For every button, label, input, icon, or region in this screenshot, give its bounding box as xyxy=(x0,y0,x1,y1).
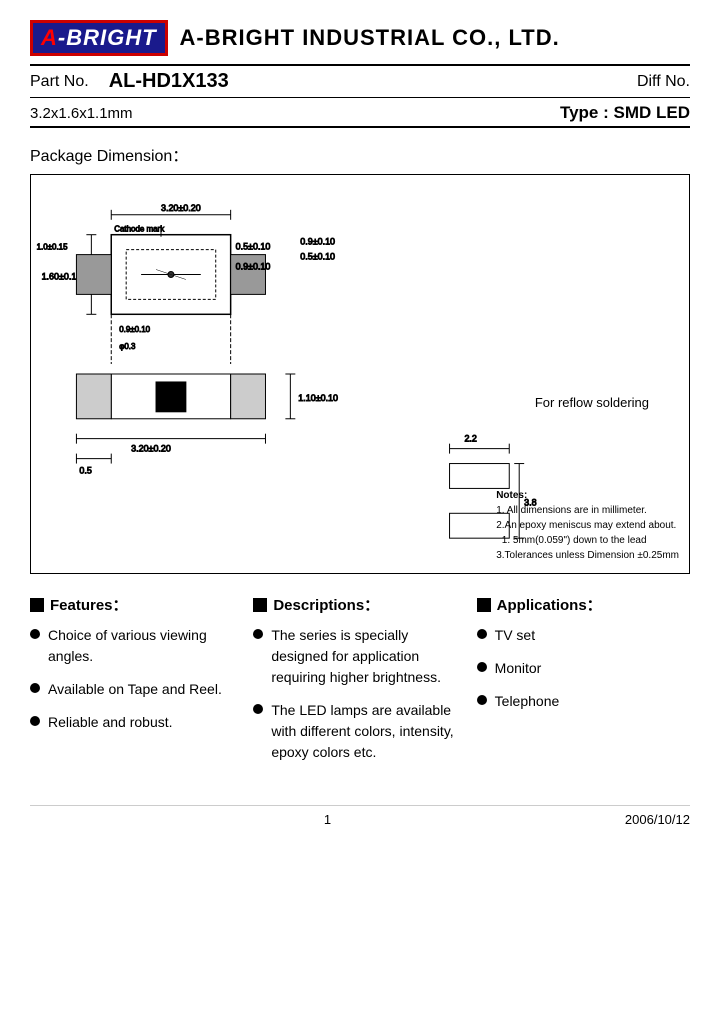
dimensions-row: 3.2x1.6x1.1mm Type : SMD LED xyxy=(30,100,690,128)
notes-box: Notes: 1. All dimensions are in millimet… xyxy=(496,488,679,563)
svg-text:0.9±0.10: 0.9±0.10 xyxy=(119,325,150,334)
dimensions-text: 3.2x1.6x1.1mm xyxy=(30,105,133,122)
svg-text:0.9±0.10: 0.9±0.10 xyxy=(236,262,271,272)
applications-header: Applications： xyxy=(477,594,690,615)
logo-box: A-BRIGHT xyxy=(30,20,168,56)
descriptions-col: Descriptions： The series is specially de… xyxy=(253,594,466,775)
logo-a: A xyxy=(41,25,58,50)
svg-text:2.2: 2.2 xyxy=(464,434,476,444)
app-bullet-1 xyxy=(477,629,487,639)
features-header: Features： xyxy=(30,594,243,615)
bullet-circle-2 xyxy=(30,683,40,693)
page-number: 1 xyxy=(324,812,331,827)
application-text-1: TV set xyxy=(495,625,690,646)
bullet-circle-3 xyxy=(30,716,40,726)
features-header-text: Features： xyxy=(50,594,128,615)
feature-item-2: Available on Tape and Reel. xyxy=(30,679,243,700)
svg-text:0.5±0.10: 0.5±0.10 xyxy=(300,252,335,262)
reflow-text: For reflow soldering xyxy=(535,395,649,410)
svg-text:1.60±0.15: 1.60±0.15 xyxy=(42,271,82,281)
svg-text:1.10±0.10: 1.10±0.10 xyxy=(298,393,338,403)
desc-bullet-1 xyxy=(253,629,263,639)
application-item-2: Monitor xyxy=(477,658,690,679)
svg-text:3.20±0.20: 3.20±0.20 xyxy=(131,444,171,454)
logo-bright: -BRIGHT xyxy=(58,25,157,50)
svg-text:0.9±0.10: 0.9±0.10 xyxy=(300,237,335,247)
description-item-1: The series is specially designed for app… xyxy=(253,625,466,688)
feature-item-1: Choice of various viewing angles. xyxy=(30,625,243,667)
diagram-inner: 3.20±0.20 1.60±0.15 xyxy=(31,175,689,573)
desc-bullet-2 xyxy=(253,704,263,714)
three-col-section: Features： Choice of various viewing angl… xyxy=(30,594,690,775)
features-icon xyxy=(30,598,44,612)
diff-label: Diff No. xyxy=(637,73,690,91)
notes-title: Notes: xyxy=(496,488,679,503)
svg-text:0.5: 0.5 xyxy=(79,466,91,476)
page-footer: 1 2006/10/12 xyxy=(30,805,690,827)
features-col: Features： Choice of various viewing angl… xyxy=(30,594,243,775)
part-label: Part No. xyxy=(30,73,89,91)
description-text-1: The series is specially designed for app… xyxy=(271,625,466,688)
application-item-1: TV set xyxy=(477,625,690,646)
svg-text:0.5±0.10: 0.5±0.10 xyxy=(236,242,271,252)
app-bullet-2 xyxy=(477,662,487,672)
note-2b: 1. 5mm(0.059") down to the lead xyxy=(496,533,679,548)
descriptions-header: Descriptions： xyxy=(253,594,466,615)
application-text-3: Telephone xyxy=(495,691,690,712)
descriptions-icon xyxy=(253,598,267,612)
application-item-3: Telephone xyxy=(477,691,690,712)
page-header: A-BRIGHT A-BRIGHT INDUSTRIAL CO., LTD. xyxy=(30,20,690,56)
description-text-2: The LED lamps are available with differe… xyxy=(271,700,466,763)
type-text: Type : SMD LED xyxy=(560,103,690,123)
applications-icon xyxy=(477,598,491,612)
company-logo: A-BRIGHT xyxy=(30,20,168,56)
feature-text-2: Available on Tape and Reel. xyxy=(48,679,243,700)
part-info-row: Part No. AL-HD1X133 Diff No. xyxy=(30,64,690,98)
note-3: 3.Tolerances unless Dimension ±0.25mm xyxy=(496,548,679,563)
part-number: AL-HD1X133 xyxy=(109,70,637,93)
feature-item-3: Reliable and robust. xyxy=(30,712,243,733)
application-text-2: Monitor xyxy=(495,658,690,679)
applications-col: Applications： TV set Monitor Telephone xyxy=(477,594,690,775)
feature-text-1: Choice of various viewing angles. xyxy=(48,625,243,667)
company-name: A-BRIGHT INDUSTRIAL CO., LTD. xyxy=(180,25,560,51)
bullet-circle-1 xyxy=(30,629,40,639)
svg-text:3.20±0.20: 3.20±0.20 xyxy=(161,203,201,213)
applications-header-text: Applications： xyxy=(497,594,602,615)
descriptions-header-text: Descriptions： xyxy=(273,594,379,615)
description-item-2: The LED lamps are available with differe… xyxy=(253,700,466,763)
note-2: 2.An epoxy meniscus may extend about. xyxy=(496,518,679,533)
diagram-box: 3.20±0.20 1.60±0.15 xyxy=(30,174,690,574)
note-1: 1. All dimensions are in millimeter. xyxy=(496,503,679,518)
package-label: Package Dimension： xyxy=(30,142,690,166)
svg-text:Cathode mark: Cathode mark xyxy=(114,225,164,234)
app-bullet-3 xyxy=(477,695,487,705)
svg-text:1.0±0.15: 1.0±0.15 xyxy=(37,243,68,252)
footer-date: 2006/10/12 xyxy=(625,812,690,827)
feature-text-3: Reliable and robust. xyxy=(48,712,243,733)
svg-text:φ0.3: φ0.3 xyxy=(119,342,136,351)
